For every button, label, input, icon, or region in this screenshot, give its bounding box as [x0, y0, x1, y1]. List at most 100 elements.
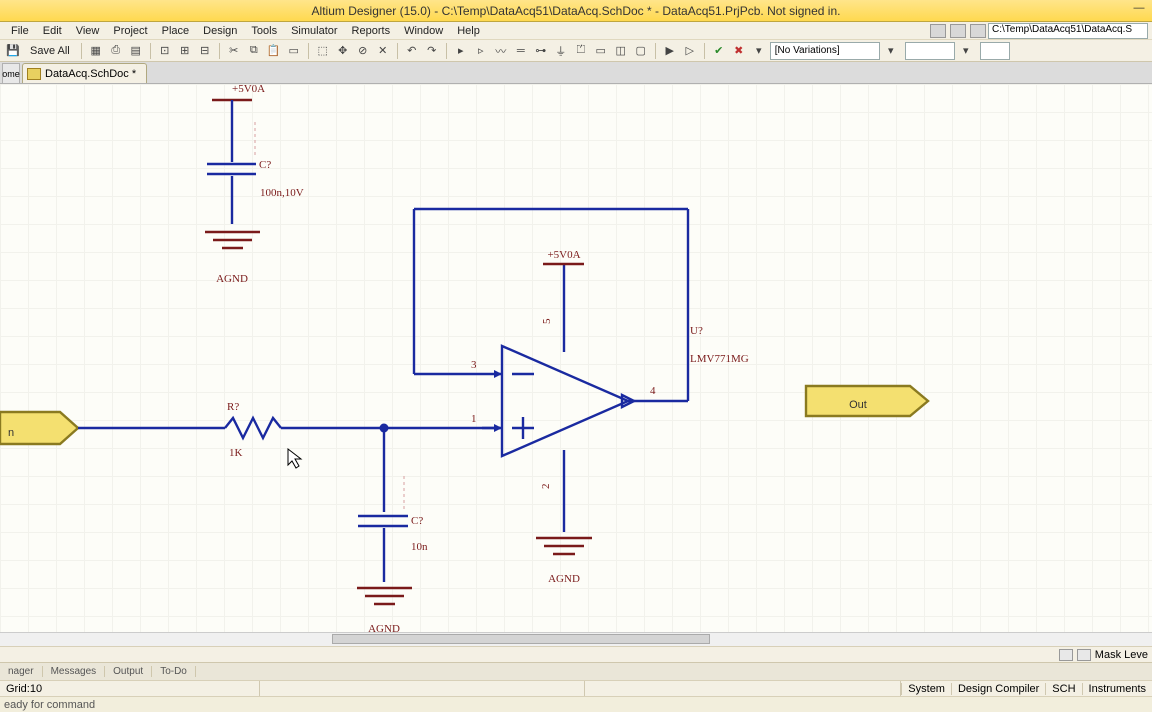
- status-cell-3: [585, 681, 901, 696]
- vcc-icon[interactable]: ⏍: [572, 42, 590, 60]
- status-designcompiler[interactable]: Design Compiler: [951, 683, 1045, 695]
- zoom-fit-icon[interactable]: ⊡: [156, 42, 174, 60]
- compile2-icon[interactable]: ▷: [681, 42, 699, 60]
- hierarchy-icon[interactable]: ▸: [452, 42, 470, 60]
- agnd3-label: AGND: [368, 623, 400, 632]
- mask-level-label[interactable]: Mask Leve: [1095, 649, 1148, 661]
- path-box[interactable]: C:\Temp\DataAcq51\DataAcq.S: [988, 23, 1148, 39]
- select-icon[interactable]: ⬚: [314, 42, 332, 60]
- h-scrollbar[interactable]: [0, 632, 1152, 646]
- cut-icon[interactable]: ✂: [225, 42, 243, 60]
- pin2-label: 2: [540, 484, 552, 490]
- undo-icon[interactable]: ↶: [403, 42, 421, 60]
- sheet-icon[interactable]: ▢: [632, 42, 650, 60]
- move-icon[interactable]: ✥: [334, 42, 352, 60]
- open-icon[interactable]: ▦: [87, 42, 105, 60]
- ok-icon[interactable]: ✔: [710, 42, 728, 60]
- nav-back-icon[interactable]: [930, 24, 946, 38]
- btab-messages[interactable]: Messages: [43, 666, 106, 677]
- menu-project[interactable]: Project: [106, 25, 154, 37]
- pin5-label: 5: [541, 318, 553, 324]
- menu-edit[interactable]: Edit: [36, 25, 69, 37]
- tab-schdoc[interactable]: DataAcq.SchDoc *: [22, 63, 147, 83]
- u-value: LMV771MG: [690, 353, 749, 365]
- cursor-icon: [288, 449, 301, 468]
- paste-icon[interactable]: 📋: [265, 42, 283, 60]
- gnd-icon[interactable]: ⏚: [552, 42, 570, 60]
- var-drop-icon[interactable]: ▾: [882, 42, 900, 60]
- btab-todo[interactable]: To-Do: [152, 666, 196, 677]
- in-port-label: n: [8, 427, 14, 439]
- home-icon[interactable]: [970, 24, 986, 38]
- pin4-label: 4: [650, 385, 656, 397]
- agnd1-label: AGND: [216, 273, 248, 285]
- r-designator: R?: [227, 401, 239, 413]
- save-icon[interactable]: 💾: [4, 42, 22, 60]
- window-title: Altium Designer (15.0) - C:\Temp\DataAcq…: [312, 4, 841, 18]
- menu-reports[interactable]: Reports: [345, 25, 398, 37]
- menu-file[interactable]: File: [4, 25, 36, 37]
- menu-view[interactable]: View: [69, 25, 107, 37]
- document-tabs: ome DataAcq.SchDoc *: [0, 62, 1152, 84]
- mask-row: Mask Leve: [0, 646, 1152, 662]
- menu-window[interactable]: Window: [397, 25, 450, 37]
- preview-icon[interactable]: ▤: [127, 42, 145, 60]
- redo-icon[interactable]: ↷: [423, 42, 441, 60]
- btab-output[interactable]: Output: [105, 666, 152, 677]
- nav-fwd-icon[interactable]: [950, 24, 966, 38]
- compile-icon[interactable]: ▶: [661, 42, 679, 60]
- grid-label: Grid:10: [6, 683, 42, 695]
- wire-icon[interactable]: 〰: [492, 42, 510, 60]
- tab-home[interactable]: ome: [2, 63, 20, 83]
- minimize-button[interactable]: —: [1130, 2, 1148, 18]
- ready-label: eady for command: [4, 699, 95, 711]
- c1-designator: C?: [259, 159, 271, 171]
- out-port-label: Out: [849, 399, 867, 411]
- rubber-icon[interactable]: ▭: [285, 42, 303, 60]
- u-designator: U?: [690, 325, 703, 337]
- mask-icon-1[interactable]: [1059, 649, 1073, 661]
- status-system[interactable]: System: [901, 683, 951, 695]
- print-icon[interactable]: ⎙: [107, 42, 125, 60]
- agnd2-label: AGND: [548, 573, 580, 585]
- net-icon[interactable]: ⊶: [532, 42, 550, 60]
- menu-tools[interactable]: Tools: [244, 25, 284, 37]
- status-instruments[interactable]: Instruments: [1082, 683, 1152, 695]
- deselect-icon[interactable]: ⊘: [354, 42, 372, 60]
- copy-icon[interactable]: ⧉: [245, 42, 263, 60]
- status-cell-2: [260, 681, 585, 696]
- pin3-label: 3: [471, 359, 477, 371]
- opamp-power-label: +5V0A: [547, 249, 580, 261]
- save-all-button[interactable]: Save All: [24, 42, 76, 60]
- combo-2[interactable]: [980, 42, 1010, 60]
- btab-manager[interactable]: nager: [0, 666, 43, 677]
- bottom-tabs: nager Messages Output To-Do: [0, 662, 1152, 680]
- title-bar: Altium Designer (15.0) - C:\Temp\DataAcq…: [0, 0, 1152, 22]
- drop-icon[interactable]: ▾: [750, 42, 768, 60]
- schematic-svg: +5V0A C? 100n,10V AGND n R? 1K: [0, 84, 1152, 632]
- menu-help[interactable]: Help: [450, 25, 487, 37]
- power-top-label: +5V0A: [232, 84, 265, 95]
- variation-combo[interactable]: [No Variations]: [770, 42, 880, 60]
- c2-designator: C?: [411, 515, 423, 527]
- menu-simulator[interactable]: Simulator: [284, 25, 344, 37]
- zoom-sel-icon[interactable]: ⊟: [196, 42, 214, 60]
- mask-icon-2[interactable]: [1077, 649, 1091, 661]
- combo1-drop-icon[interactable]: ▾: [957, 42, 975, 60]
- menu-design[interactable]: Design: [196, 25, 244, 37]
- toolbar: 💾 Save All ▦ ⎙ ▤ ⊡ ⊞ ⊟ ✂ ⧉ 📋 ▭ ⬚ ✥ ⊘ ✕ ↶…: [0, 40, 1152, 62]
- status-sch[interactable]: SCH: [1045, 683, 1081, 695]
- h-scroll-thumb[interactable]: [332, 634, 710, 644]
- status-bar: Grid:10 System Design Compiler SCH Instr…: [0, 680, 1152, 696]
- clear-icon[interactable]: ✕: [374, 42, 392, 60]
- menu-place[interactable]: Place: [155, 25, 197, 37]
- port-icon[interactable]: ▭: [592, 42, 610, 60]
- c1-value: 100n,10V: [260, 187, 304, 199]
- schematic-canvas[interactable]: +5V0A C? 100n,10V AGND n R? 1K: [0, 84, 1152, 632]
- cross-icon[interactable]: ▹: [472, 42, 490, 60]
- part-icon[interactable]: ◫: [612, 42, 630, 60]
- cancel-icon[interactable]: ✖: [730, 42, 748, 60]
- combo-1[interactable]: [905, 42, 955, 60]
- zoom-area-icon[interactable]: ⊞: [176, 42, 194, 60]
- bus-icon[interactable]: ═: [512, 42, 530, 60]
